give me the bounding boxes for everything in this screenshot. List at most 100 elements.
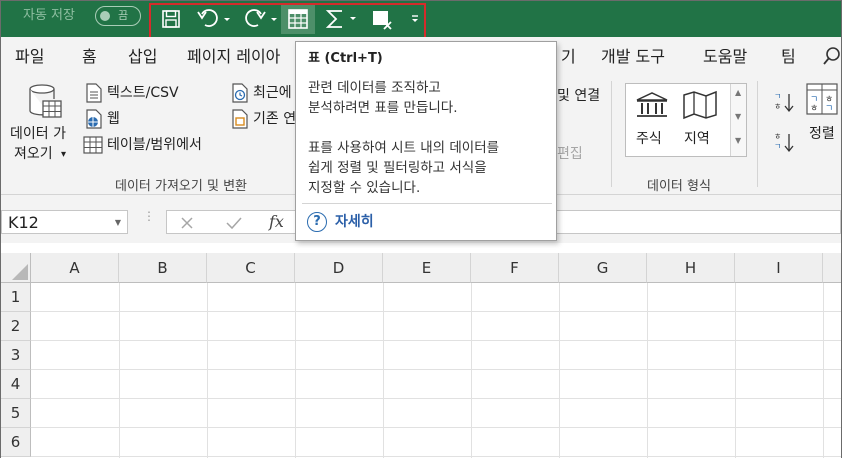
row-header-5[interactable]: 5: [1, 399, 31, 428]
row-header-1[interactable]: 1: [1, 283, 31, 312]
data-types-group-label: 데이터 형식: [647, 179, 711, 194]
database-icon[interactable]: [27, 83, 63, 121]
row-header-6[interactable]: 6: [1, 428, 31, 457]
tooltip-line: 분석하려면 표를 만듭니다.: [308, 100, 458, 116]
stocks-button[interactable]: 주식: [636, 130, 662, 148]
cell-row[interactable]: [31, 399, 841, 428]
geography-button[interactable]: 지역: [684, 130, 710, 148]
enter-icon[interactable]: [225, 215, 243, 231]
get-data-caret[interactable]: ▾: [61, 146, 66, 164]
tab-insert[interactable]: 삽입: [128, 47, 157, 67]
tab-team[interactable]: 팀: [781, 47, 796, 67]
cell-row[interactable]: [31, 312, 841, 341]
svg-text:ㄱ: ㄱ: [774, 92, 781, 101]
cell-row[interactable]: [31, 283, 841, 312]
gallery-down-icon[interactable]: ▼: [735, 112, 741, 122]
ribbon-separator: [757, 81, 758, 187]
tooltip-help-link[interactable]: 자세히: [335, 213, 374, 231]
column-header-i[interactable]: I: [735, 253, 823, 283]
cell-row[interactable]: [31, 428, 841, 457]
row-header-2[interactable]: 2: [1, 312, 31, 341]
name-box[interactable]: K12 ▼: [1, 210, 128, 234]
cell-row[interactable]: [31, 341, 841, 370]
grid-line: [559, 283, 560, 458]
autosave-label: 자동 저장: [23, 8, 75, 23]
select-all-triangle-icon: [12, 264, 28, 280]
autosave-toggle[interactable]: 끔: [95, 6, 141, 26]
grid-line: [295, 283, 296, 458]
existing-connections-icon: [232, 109, 248, 129]
get-data-label-2[interactable]: 져오기: [14, 145, 53, 163]
grid-line: [735, 283, 736, 458]
grid-line: [647, 283, 648, 458]
formula-bar-grip-icon[interactable]: ⋮: [143, 210, 155, 222]
svg-text:ㅎ: ㅎ: [774, 102, 781, 111]
toggle-knob: [100, 11, 110, 21]
quick-access-toolbar: 자동 저장 끔: [1, 1, 841, 39]
text-csv-button[interactable]: 텍스트/CSV: [107, 84, 179, 102]
tab-home[interactable]: 홈: [82, 47, 97, 67]
get-data-label-1[interactable]: 데이터 가: [10, 125, 66, 143]
grid-line: [119, 283, 120, 458]
stocks-icon: [636, 92, 668, 117]
column-header-a[interactable]: A: [31, 253, 119, 283]
tab-developer[interactable]: 개발 도구: [601, 47, 665, 67]
web-icon: [86, 109, 102, 129]
tooltip-title: 표 (Ctrl+T): [308, 51, 383, 66]
qat-highlight-box: [149, 3, 426, 39]
select-all-corner[interactable]: [1, 253, 31, 283]
tooltip-line: 지정할 수 있습니다.: [308, 180, 421, 196]
tooltip-divider: [302, 203, 552, 204]
gallery-scroll[interactable]: ▲ ▼ ▼: [730, 84, 746, 156]
table-range-icon: [83, 136, 103, 154]
svg-text:ㅎ: ㅎ: [774, 132, 781, 141]
recent-sources-icon: [232, 83, 248, 103]
recent-sources-button[interactable]: 최근에: [253, 84, 292, 102]
grid-line: [207, 283, 208, 458]
column-header-b[interactable]: B: [119, 253, 207, 283]
column-header-g[interactable]: G: [559, 253, 647, 283]
geography-icon: [683, 90, 717, 120]
sort-dialog-icon[interactable]: ㄱ ㅎ ㅎ ㄱ: [806, 83, 838, 115]
gallery-up-icon[interactable]: ▲: [735, 88, 741, 98]
autosave-toggle-state: 끔: [118, 9, 129, 22]
search-icon[interactable]: [823, 46, 841, 70]
cancel-icon[interactable]: [179, 215, 195, 231]
column-header-h[interactable]: H: [647, 253, 735, 283]
column-header-d[interactable]: D: [295, 253, 383, 283]
name-box-dropdown-icon[interactable]: ▼: [115, 218, 121, 227]
table-tooltip: 표 (Ctrl+T) 관련 데이터를 조직하고 분석하려면 표를 만듭니다. 표…: [295, 41, 557, 241]
grid-line: [383, 283, 384, 458]
row-header-3[interactable]: 3: [1, 341, 31, 370]
grid-line: [471, 283, 472, 458]
tab-file[interactable]: 파일: [15, 47, 44, 67]
tab-help[interactable]: 도움말: [703, 47, 747, 67]
column-header-e[interactable]: E: [383, 253, 471, 283]
column-header-c[interactable]: C: [207, 253, 295, 283]
insert-function-icon[interactable]: fx: [269, 212, 284, 231]
row-header-4[interactable]: 4: [1, 370, 31, 399]
ribbon-separator: [611, 81, 612, 187]
cell-row[interactable]: [31, 370, 841, 399]
data-types-gallery: 주식 지역 ▲ ▼ ▼: [625, 83, 747, 157]
worksheet-grid: A B C D E F G H I 1 2 3 4 5 6: [1, 253, 841, 458]
grid-line: [823, 283, 824, 458]
tab-review[interactable]: 기: [561, 47, 576, 67]
from-table-range-button[interactable]: 테이블/범위에서: [107, 136, 202, 154]
help-question-icon[interactable]: ?: [307, 212, 327, 232]
svg-text:ㄱ: ㄱ: [825, 104, 833, 114]
column-header-j[interactable]: [823, 253, 841, 283]
name-box-value: K12: [8, 213, 39, 232]
queries-connections-button[interactable]: 및 연결: [557, 87, 600, 105]
text-csv-icon: [86, 83, 102, 103]
tooltip-line: 관련 데이터를 조직하고: [308, 80, 441, 96]
column-header-f[interactable]: F: [471, 253, 559, 283]
svg-text:ㅎ: ㅎ: [810, 104, 818, 114]
sort-descending-icon[interactable]: ㅎ ㄱ: [773, 131, 795, 153]
sort-ascending-icon[interactable]: ㄱ ㅎ: [773, 91, 795, 113]
web-button[interactable]: 웹: [107, 110, 120, 128]
existing-connections-button[interactable]: 기존 연: [253, 110, 296, 128]
tab-page-layout[interactable]: 페이지 레이아: [187, 47, 280, 67]
sort-button[interactable]: 정렬: [809, 125, 835, 143]
gallery-more-icon[interactable]: ▼: [735, 136, 741, 146]
